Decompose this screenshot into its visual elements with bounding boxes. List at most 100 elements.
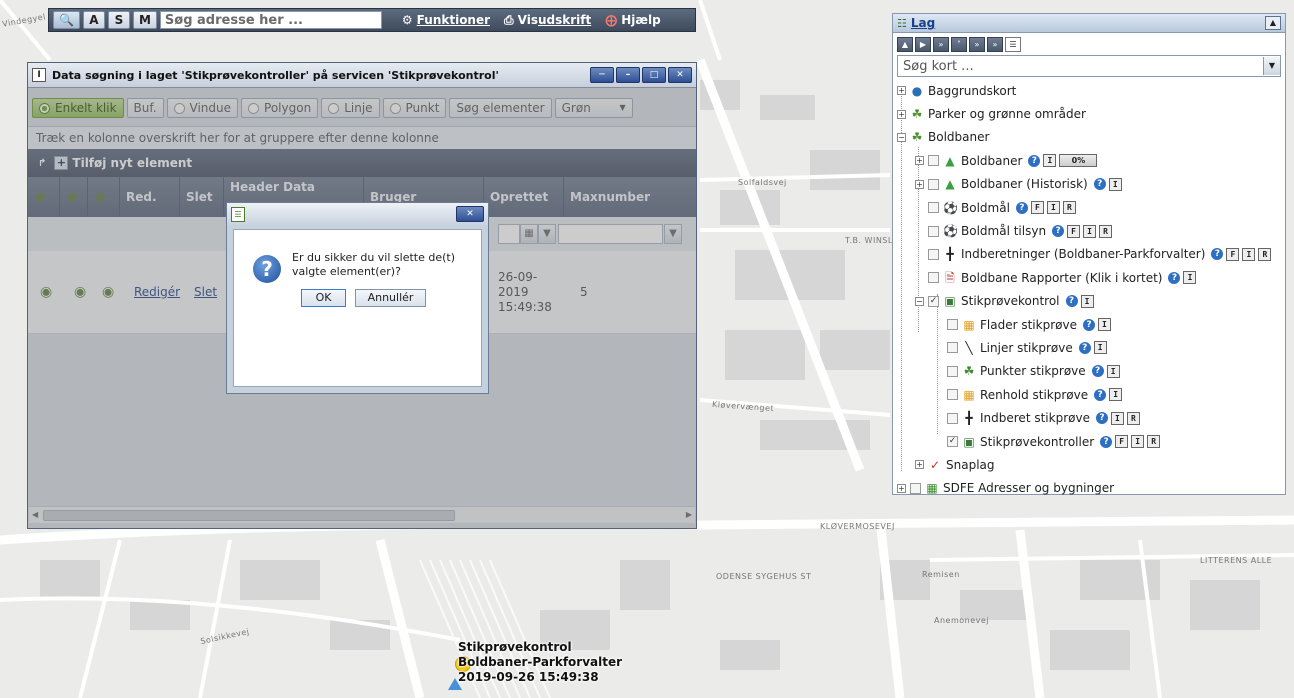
scrollbar-thumb[interactable]: [43, 510, 455, 521]
layer-row[interactable]: + ☘ Parker og grønne områder: [893, 102, 1285, 125]
column-header-slet[interactable]: Slet: [180, 177, 224, 217]
address-search-input[interactable]: Søg adresse her ...: [159, 11, 382, 29]
plus-icon[interactable]: +: [54, 156, 69, 170]
mode-enkelt-klik-button[interactable]: Enkelt klik: [32, 98, 124, 118]
layer-row[interactable]: + ▲ Boldbaner ? I 0%: [893, 149, 1285, 172]
report-button[interactable]: R: [1258, 247, 1272, 261]
chevron-down-icon[interactable]: ▼: [1263, 57, 1280, 75]
layer-row[interactable]: 🗎 Boldbane Rapporter (Klik i kortet) ? I: [893, 266, 1285, 289]
vis-udskrift-button[interactable]: ⎙ Vis udskrift: [504, 13, 591, 28]
search-elements-button[interactable]: Søg elementer: [449, 98, 552, 118]
mode-buffer-button[interactable]: Buf.: [126, 98, 164, 118]
info-icon[interactable]: ?: [1211, 248, 1224, 261]
column-zoom[interactable]: ◉: [28, 177, 60, 217]
cancel-button[interactable]: Annullér: [355, 289, 426, 307]
expand-icon[interactable]: +: [897, 109, 906, 119]
ok-button[interactable]: OK: [301, 289, 346, 307]
filter-button[interactable]: F: [1067, 224, 1081, 238]
hjaelp-button[interactable]: ⨁ Hjælp: [605, 13, 660, 27]
layer-row[interactable]: − ✓ ▣ Stikprøvekontrol ? I: [893, 290, 1285, 313]
layer-row[interactable]: ⚽ Boldmål tilsyn ? F I R: [893, 219, 1285, 242]
maxnumber-filter-input[interactable]: [558, 224, 663, 244]
search-mode-a-button[interactable]: A: [82, 11, 105, 29]
layer-checkbox[interactable]: [947, 342, 958, 354]
layer-search-input[interactable]: Søg kort ...: [898, 59, 1263, 74]
layer-checkbox[interactable]: [928, 155, 939, 167]
collapse-all-icon[interactable]: ▲: [897, 36, 913, 52]
column-header-red[interactable]: Red.: [120, 177, 180, 217]
date-filter-input[interactable]: [498, 224, 520, 244]
funktioner-menu[interactable]: ⚙ Funktioner: [402, 13, 490, 27]
column-pan[interactable]: ◉: [60, 177, 88, 217]
layer-row[interactable]: + ✓ Snaplag: [893, 453, 1285, 476]
layer-row[interactable]: ⚽ Boldmål ? F I R: [893, 196, 1285, 219]
identify-button[interactable]: I: [1083, 224, 1097, 238]
info-icon[interactable]: ?: [1093, 178, 1106, 191]
column-select[interactable]: ◉: [88, 177, 120, 217]
info-icon[interactable]: ?: [1094, 388, 1107, 401]
report-button[interactable]: R: [1126, 411, 1140, 425]
identify-button[interactable]: I: [1106, 364, 1120, 378]
identify-button[interactable]: I: [1093, 341, 1107, 355]
minimize-icon[interactable]: –: [616, 67, 640, 83]
close-icon[interactable]: ✕: [668, 67, 692, 83]
filter-icon[interactable]: ▼: [664, 224, 682, 244]
collapse-icon[interactable]: ▲: [1265, 16, 1281, 30]
identify-button[interactable]: I: [1080, 294, 1094, 308]
layer-checkbox[interactable]: [928, 178, 939, 190]
filter-icon[interactable]: ▼: [538, 224, 556, 244]
settings-icon[interactable]: ↱: [38, 158, 46, 169]
info-icon[interactable]: ?: [1052, 225, 1065, 238]
search-mode-m-button[interactable]: M: [132, 11, 157, 29]
info-icon[interactable]: ?: [1015, 201, 1028, 214]
filter-button[interactable]: F: [1030, 201, 1044, 215]
layers-title[interactable]: Lag: [911, 16, 935, 30]
mode-linje-button[interactable]: Linje: [321, 98, 380, 118]
identify-button[interactable]: I: [1242, 247, 1256, 261]
report-button[interactable]: R: [1062, 201, 1076, 215]
fast-forward-icon[interactable]: »: [969, 36, 985, 52]
filter-button[interactable]: F: [1226, 247, 1240, 261]
layer-checkbox[interactable]: [947, 389, 958, 401]
info-icon[interactable]: ?: [1168, 271, 1181, 284]
layer-row[interactable]: ☘ Punkter stikprøve ? I: [893, 360, 1285, 383]
layer-checkbox[interactable]: ✓: [928, 295, 939, 307]
info-icon[interactable]: ?: [1091, 365, 1104, 378]
list-view-icon[interactable]: ☰: [1005, 36, 1021, 52]
collapse-icon[interactable]: −: [915, 296, 924, 306]
color-select[interactable]: Grøn ▼: [554, 98, 633, 118]
layer-row[interactable]: ╋ Indberet stikprøve ? I R: [893, 406, 1285, 429]
expand-icon[interactable]: +: [897, 86, 906, 96]
info-icon[interactable]: ?: [1095, 412, 1108, 425]
pin-icon[interactable]: ─: [590, 67, 614, 83]
zoom-globe-icon[interactable]: ◉: [34, 251, 52, 333]
search-mode-s-button[interactable]: S: [107, 11, 130, 29]
rediger-link[interactable]: Redigér: [134, 285, 180, 299]
expand-icon[interactable]: +: [915, 156, 924, 166]
layer-row[interactable]: ╲ Linjer stikprøve ? I: [893, 336, 1285, 359]
filter-button[interactable]: F: [1115, 435, 1129, 449]
info-icon[interactable]: ?: [1078, 341, 1091, 354]
scroll-left-icon[interactable]: ◀: [32, 510, 38, 519]
layer-row[interactable]: + ▦ SDFE Adresser og bygninger: [893, 477, 1285, 500]
slet-link[interactable]: Slet: [194, 285, 217, 299]
expand-icon[interactable]: +: [915, 460, 924, 470]
mode-vindue-button[interactable]: Vindue: [166, 98, 239, 118]
identify-button[interactable]: I: [1183, 271, 1197, 285]
select-globe-icon[interactable]: ◉: [96, 251, 114, 333]
layer-row[interactable]: ✓ ▣ Stikprøvekontroller ? F I R: [893, 430, 1285, 453]
layer-row[interactable]: − ☘ Boldbaner: [893, 126, 1285, 149]
expand-level-icon[interactable]: ▶: [915, 36, 931, 52]
collapse-more-icon[interactable]: ˄: [951, 36, 967, 52]
mode-punkt-button[interactable]: Punkt: [382, 98, 447, 118]
info-icon[interactable]: ?: [1100, 435, 1113, 448]
close-icon[interactable]: ✕: [456, 206, 484, 222]
identify-button[interactable]: I: [1110, 411, 1124, 425]
layer-checkbox[interactable]: [947, 365, 958, 377]
layer-row[interactable]: ▦ Flader stikprøve ? I: [893, 313, 1285, 336]
horizontal-scrollbar[interactable]: ◀ ▶: [29, 506, 695, 523]
scroll-right-icon[interactable]: ▶: [686, 510, 692, 519]
calendar-icon[interactable]: ▦: [520, 224, 538, 244]
layer-checkbox[interactable]: [928, 202, 939, 214]
expand-all-icon[interactable]: »: [987, 36, 1003, 52]
